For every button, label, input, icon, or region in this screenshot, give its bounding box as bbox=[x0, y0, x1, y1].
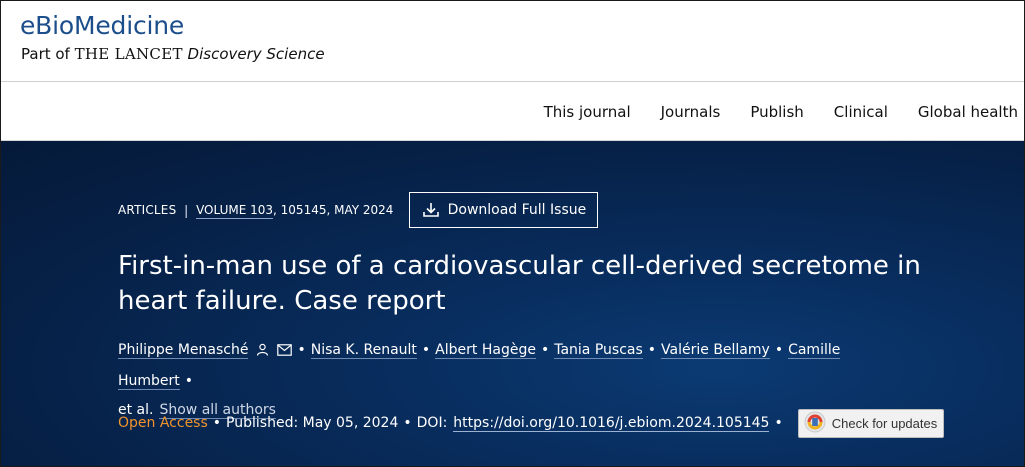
volume-rest: , 105145, MAY 2024 bbox=[273, 203, 394, 217]
author-name[interactable]: Nisa K. Renault bbox=[310, 342, 417, 359]
main-nav: This journal Journals Publish Clinical G… bbox=[1, 82, 1024, 141]
published-date: May 05, 2024 bbox=[302, 415, 399, 431]
author-name[interactable]: Tania Puscas bbox=[554, 342, 643, 359]
open-access-label[interactable]: Open Access bbox=[118, 415, 208, 431]
nav-journals[interactable]: Journals bbox=[661, 103, 721, 121]
discovery-science: Discovery Science bbox=[182, 45, 325, 63]
publication-info: Open Access • Published: May 05, 2024 • … bbox=[118, 408, 944, 438]
download-full-issue-button[interactable]: Download Full Issue bbox=[409, 192, 599, 228]
page-frame: eBioMedicine Part of THE LANCET Discover… bbox=[0, 0, 1025, 467]
affiliation-prefix: Part of bbox=[21, 45, 75, 63]
volume-info: VOLUME 103, 105145, MAY 2024 bbox=[196, 203, 394, 219]
author-name[interactable]: Philippe Menasché bbox=[118, 342, 249, 359]
doi-label: DOI: bbox=[416, 415, 448, 431]
published-label: Published: bbox=[226, 415, 299, 431]
nav-global-health[interactable]: Global health bbox=[918, 103, 1018, 121]
meta-separator: | bbox=[184, 202, 189, 218]
mail-icon[interactable] bbox=[277, 338, 293, 367]
volume-link[interactable]: VOLUME 103 bbox=[196, 203, 274, 219]
nav-publish[interactable]: Publish bbox=[750, 103, 803, 121]
download-icon bbox=[422, 202, 440, 218]
author-name[interactable]: Albert Hagège bbox=[435, 342, 536, 359]
journal-affiliation: Part of THE LANCET Discovery Science bbox=[21, 45, 325, 63]
nav-list: This journal Journals Publish Clinical G… bbox=[544, 82, 1018, 141]
article-type: ARTICLES bbox=[118, 203, 177, 217]
doi-link[interactable]: https://doi.org/10.1016/j.ebiom.2024.105… bbox=[453, 415, 770, 432]
check-for-updates-button[interactable]: Check for updates bbox=[797, 408, 944, 438]
person-icon[interactable] bbox=[256, 338, 269, 367]
article-header: ARTICLES | VOLUME 103, 105145, MAY 2024 … bbox=[1, 141, 1024, 466]
article-meta: ARTICLES | VOLUME 103, 105145, MAY 2024 … bbox=[118, 192, 599, 228]
check-for-updates-label: Check for updates bbox=[831, 415, 938, 431]
journal-logo[interactable]: eBioMedicine bbox=[20, 11, 184, 40]
lancet-wordmark: THE LANCET bbox=[74, 45, 183, 63]
article-title: First-in-man use of a cardiovascular cel… bbox=[118, 251, 921, 316]
download-label: Download Full Issue bbox=[447, 202, 587, 218]
nav-clinical[interactable]: Clinical bbox=[834, 103, 888, 121]
crossmark-icon bbox=[804, 411, 826, 436]
nav-this-journal[interactable]: This journal bbox=[544, 103, 631, 121]
author-name[interactable]: Valérie Bellamy bbox=[661, 342, 770, 359]
brand-header: eBioMedicine Part of THE LANCET Discover… bbox=[1, 1, 1024, 82]
